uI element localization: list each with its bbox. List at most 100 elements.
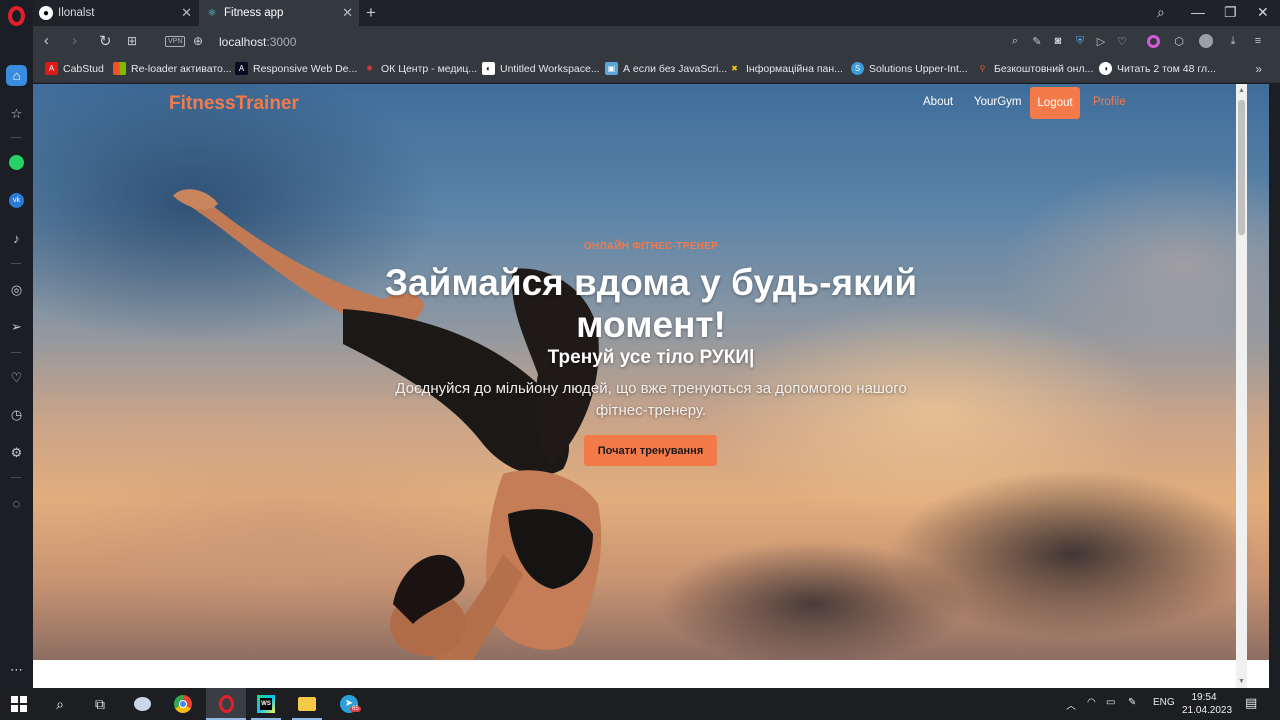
bookmark-item[interactable]: ⚲ Безкоштовний онл... [976,62,1094,75]
more-icon[interactable]: ⋯ [6,659,27,680]
start-training-button[interactable]: Почати тренування [584,435,717,466]
angular-icon: A [45,62,58,75]
hero-athlete-image [173,189,602,660]
bookmark-label: Re-loader активато... [131,62,232,75]
page-viewport: FitnessTrainer About YourGym Logout Prof… [33,84,1269,688]
nav-profile-link[interactable]: Profile [1093,96,1126,108]
send-icon[interactable]: ➢ [6,316,27,337]
vpn-badge[interactable]: VPN [165,36,186,47]
url-port: :3000 [266,35,297,49]
search-icon[interactable]: ⌕ [50,694,70,714]
easy-setup-icon[interactable]: ≡ [1251,34,1265,48]
player-icon[interactable]: ◎ [6,279,27,300]
vk-icon[interactable]: vk [6,190,27,211]
windows-taskbar: ⌕ ⧉ WS ➤ 65 ︿ ◠ ▭ ✎ ENG 19:54 21.04.2023… [0,688,1280,720]
search-tabs-icon[interactable]: ⌕ [1157,4,1165,21]
lightbulb-icon[interactable]: ◌ [6,493,27,514]
adblock-shield-icon[interactable]: ⛨ [1073,34,1087,48]
file-explorer-icon[interactable] [297,694,317,714]
nav-yourgym-link[interactable]: YourGym [974,96,1022,108]
url-host: localhost [219,35,267,49]
pen-icon[interactable]: ✎ [1128,697,1136,708]
edit-icon[interactable]: ✎ [1030,34,1044,48]
heart-icon[interactable]: ♡ [6,367,27,388]
site-brand-logo[interactable]: FitnessTrainer [169,93,299,115]
new-tab-icon[interactable]: + [366,3,376,23]
freecodecamp-icon: A [235,62,248,75]
forward-icon[interactable]: › [72,32,77,49]
star-icon[interactable]: ☆ [6,103,27,124]
hero-typed-text: Тренуй усе тіло РУКИ| [547,347,755,368]
telegram-unread-badge: 65 [350,706,361,712]
bookmark-label: Читать 2 том 48 гл... [1117,62,1216,75]
close-icon[interactable]: ✕ [181,5,192,21]
chrome-icon[interactable] [173,694,193,714]
restore-icon[interactable]: ❐ [1224,4,1237,21]
scrollbar-thumb[interactable] [1238,100,1245,235]
scroll-up-icon[interactable]: ▲ [1238,87,1245,94]
clock-date: 21.04.2023 [1182,705,1233,716]
medical-icon: ✺ [366,64,373,73]
bookmark-item[interactable]: ✺ ОК Центр - медиц... [363,62,477,75]
scroll-down-icon[interactable]: ▼ [1238,678,1245,685]
camera-icon[interactable]: ◙ [1051,34,1065,48]
bookmark-item[interactable]: ◑ Читать 2 том 48 гл... [1099,62,1216,75]
bookmark-item[interactable]: Re-loader активато... [113,62,232,75]
window-close-icon[interactable]: ✕ [1257,4,1269,21]
reload-icon[interactable]: ↻ [99,32,112,50]
show-hidden-icons[interactable]: ︿ [1066,697,1076,712]
wallet-icon[interactable] [1146,34,1160,48]
battery-icon[interactable]: ▭ [1106,697,1115,708]
bookmarks-overflow-icon[interactable]: » [1255,62,1262,76]
profile-avatar-icon[interactable] [1199,34,1213,48]
url-field[interactable]: localhost:3000 [219,35,296,49]
settings-icon[interactable]: ⚙ [6,442,27,463]
opera-taskbar-icon[interactable] [216,694,236,714]
cube-icon[interactable]: ⬡ [1172,34,1186,48]
bookmark-label: ОК Центр - медиц... [381,62,478,75]
heart-icon[interactable]: ♡ [1115,34,1129,48]
paint-app-icon[interactable] [132,694,152,714]
globe-icon: ⊕ [193,34,204,48]
hero-kicker: ОНЛАЙН ФІТНЕС-ТРЕНЕР [583,241,719,252]
whatsapp-icon[interactable] [6,152,27,173]
hero-section: FitnessTrainer About YourGym Logout Prof… [33,84,1269,660]
history-icon[interactable]: ◷ [6,404,27,425]
close-icon[interactable]: ✕ [342,5,353,21]
opera-logo-icon[interactable] [8,6,25,26]
task-view-icon[interactable]: ⧉ [90,694,110,714]
bookmark-item[interactable]: ◐ Untitled Workspace... [482,62,600,75]
bookmark-item[interactable]: A Responsive Web De... [235,62,357,75]
home-icon[interactable]: ⌂ [6,65,27,86]
windows-icon [113,62,126,75]
bookmark-label: Solutions Upper-Int... [869,62,968,75]
zoom-search-icon[interactable]: ⌕ [1008,34,1022,48]
send-icon[interactable]: ▷ [1094,34,1108,48]
address-bar: ‹ › ↻ ⊞ VPN ⊕ localhost:3000 ⌕ ✎ ◙ ⛨ ▷ ♡… [33,26,1280,56]
tab-fitness-app[interactable]: ⚛ Fitness app ✕ [199,0,359,26]
bookmark-label: CabStud [63,62,104,75]
bookmark-item[interactable]: ▣ А если без JavaScri... [605,62,727,75]
logout-button[interactable]: Logout [1030,87,1080,119]
bookmark-label: Responsive Web De... [253,62,358,75]
notifications-icon[interactable]: ▤ [1245,695,1257,711]
back-icon[interactable]: ‹ [44,32,49,49]
bookmark-label: А если без JavaScri... [623,62,728,75]
bookmark-item[interactable]: S Solutions Upper-Int... [851,62,968,75]
language-indicator[interactable]: ENG [1153,697,1175,708]
nav-about-link[interactable]: About [923,96,953,108]
sidebar-divider [11,352,21,353]
windows-start-icon[interactable] [9,694,29,714]
tabs-grid-icon[interactable]: ⊞ [127,34,137,48]
bookmark-item[interactable]: ✖ Інформаційна пан... [728,62,843,75]
minimize-icon[interactable]: — [1191,4,1205,20]
tab-title: Ilonalst [58,7,95,19]
webstorm-icon[interactable]: WS [256,694,276,714]
tab-ilonalst[interactable]: ● Ilonalst ✕ [33,0,198,26]
browser-sidebar: ⌂ ☆ vk ♪ ◎ ➢ ♡ ◷ ⚙ ◌ ⋯ [0,0,33,688]
bookmark-item[interactable]: A CabStud [45,62,104,75]
download-icon[interactable]: ⤓ [1226,34,1240,48]
system-clock[interactable]: 19:54 21.04.2023 [1182,691,1233,717]
wifi-icon[interactable]: ◠ [1087,697,1096,708]
tiktok-icon[interactable]: ♪ [6,228,27,249]
